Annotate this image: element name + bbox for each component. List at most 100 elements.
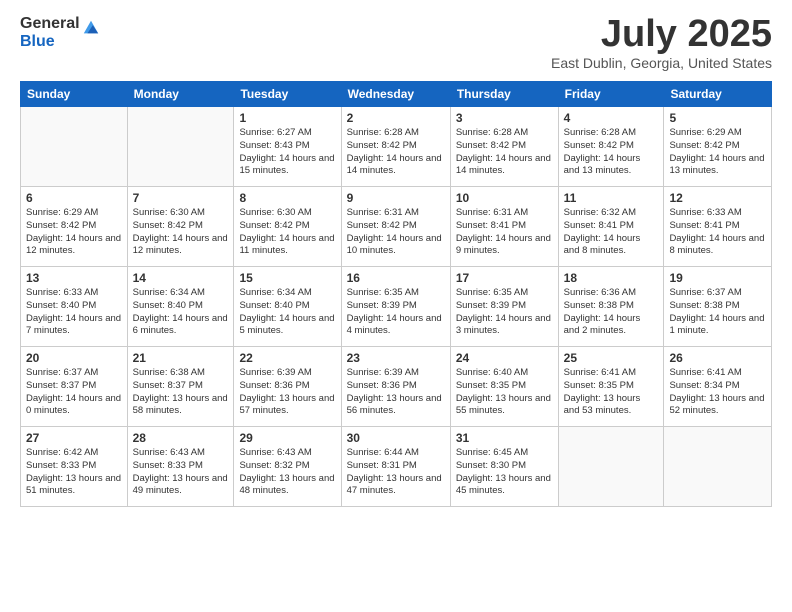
logo-icon — [82, 19, 100, 37]
calendar-cell: 19Sunrise: 6:37 AM Sunset: 8:38 PM Dayli… — [664, 267, 772, 347]
day-number: 23 — [347, 351, 445, 365]
calendar-header-saturday: Saturday — [664, 82, 772, 107]
calendar-cell: 13 Sunrise: 6:33 AM Sunset: 8:40 PM Dayli… — [21, 267, 128, 347]
calendar-cell: 16 Sunrise: 6:35 AM Sunset: 8:39 PM Dayli… — [341, 267, 450, 347]
calendar-cell: 12Sunrise: 6:33 AM Sunset: 8:41 PM Dayli… — [664, 187, 772, 267]
cell-details: Sunrise: 6:31 AM Sunset: 8:41 PM Dayligh… — [456, 207, 553, 258]
calendar-week-4: 20 Sunrise: 6:37 AM Sunset: 8:37 PM Dayli… — [21, 347, 772, 427]
calendar-cell: 21 Sunrise: 6:38 AM Sunset: 8:37 PM Dayli… — [127, 347, 234, 427]
cell-details: Sunrise: 6:45 AM Sunset: 8:30 PM Dayligh… — [456, 447, 553, 498]
cell-details: Sunrise: 6:30 AM Sunset: 8:42 PM Dayligh… — [239, 207, 335, 258]
logo-blue: Blue — [20, 33, 80, 51]
calendar-cell: 14 Sunrise: 6:34 AM Sunset: 8:40 PM Dayli… — [127, 267, 234, 347]
calendar-header-wednesday: Wednesday — [341, 82, 450, 107]
calendar-cell: 7 Sunrise: 6:30 AM Sunset: 8:42 PM Daylig… — [127, 187, 234, 267]
calendar-cell — [127, 107, 234, 187]
calendar-cell — [664, 427, 772, 507]
calendar-cell: 9Sunrise: 6:31 AM Sunset: 8:42 PM Daylig… — [341, 187, 450, 267]
day-number: 7 — [133, 191, 229, 205]
calendar-cell: 26Sunrise: 6:41 AM Sunset: 8:34 PM Dayli… — [664, 347, 772, 427]
day-number: 11 — [564, 191, 659, 205]
calendar-cell: 15 Sunrise: 6:34 AM Sunset: 8:40 PM Dayli… — [234, 267, 341, 347]
cell-details: Sunrise: 6:30 AM Sunset: 8:42 PM Dayligh… — [133, 207, 229, 258]
calendar-header-monday: Monday — [127, 82, 234, 107]
calendar-header-thursday: Thursday — [450, 82, 558, 107]
calendar-cell: 18Sunrise: 6:36 AM Sunset: 8:38 PM Dayli… — [558, 267, 664, 347]
calendar-cell: 2Sunrise: 6:28 AM Sunset: 8:42 PM Daylig… — [341, 107, 450, 187]
title-block: July 2025 East Dublin, Georgia, United S… — [551, 15, 772, 71]
calendar-cell: 6Sunrise: 6:29 AM Sunset: 8:42 PM Daylig… — [21, 187, 128, 267]
cell-details: Sunrise: 6:27 AM Sunset: 8:43 PM Dayligh… — [239, 127, 335, 178]
day-number: 16 — [347, 271, 445, 285]
day-number: 14 — [133, 271, 229, 285]
calendar-table: SundayMondayTuesdayWednesdayThursdayFrid… — [20, 81, 772, 507]
calendar-cell: 28 Sunrise: 6:43 AM Sunset: 8:33 PM Dayli… — [127, 427, 234, 507]
cell-details: Sunrise: 6:33 AM Sunset: 8:41 PM Dayligh… — [669, 207, 766, 258]
cell-details: Sunrise: 6:43 AM Sunset: 8:32 PM Dayligh… — [239, 447, 335, 498]
header: General Blue July 2025 East Dublin, Geor… — [20, 15, 772, 71]
cell-details: Sunrise: 6:37 AM Sunset: 8:37 PM Dayligh… — [26, 367, 122, 418]
cell-details: Sunrise: 6:39 AM Sunset: 8:36 PM Dayligh… — [239, 367, 335, 418]
cell-details: Sunrise: 6:42 AM Sunset: 8:33 PM Dayligh… — [26, 447, 122, 498]
cell-details: Sunrise: 6:41 AM Sunset: 8:34 PM Dayligh… — [669, 367, 766, 418]
day-number: 17 — [456, 271, 553, 285]
cell-details: Sunrise: 6:35 AM Sunset: 8:39 PM Dayligh… — [347, 287, 445, 338]
day-number: 21 — [133, 351, 229, 365]
cell-details: Sunrise: 6:34 AM Sunset: 8:40 PM Dayligh… — [133, 287, 229, 338]
calendar-cell: 20 Sunrise: 6:37 AM Sunset: 8:37 PM Dayli… — [21, 347, 128, 427]
calendar-cell: 22 Sunrise: 6:39 AM Sunset: 8:36 PM Dayli… — [234, 347, 341, 427]
calendar-header-friday: Friday — [558, 82, 664, 107]
logo-general: General — [20, 15, 80, 33]
logo: General Blue — [20, 15, 100, 50]
day-number: 5 — [669, 111, 766, 125]
cell-details: Sunrise: 6:37 AM Sunset: 8:38 PM Dayligh… — [669, 287, 766, 338]
day-number: 24 — [456, 351, 553, 365]
cell-details: Sunrise: 6:39 AM Sunset: 8:36 PM Dayligh… — [347, 367, 445, 418]
day-number: 4 — [564, 111, 659, 125]
cell-details: Sunrise: 6:38 AM Sunset: 8:37 PM Dayligh… — [133, 367, 229, 418]
cell-details: Sunrise: 6:43 AM Sunset: 8:33 PM Dayligh… — [133, 447, 229, 498]
logo-text: General Blue — [20, 15, 80, 50]
calendar-week-5: 27 Sunrise: 6:42 AM Sunset: 8:33 PM Dayli… — [21, 427, 772, 507]
calendar-week-3: 13 Sunrise: 6:33 AM Sunset: 8:40 PM Dayli… — [21, 267, 772, 347]
calendar-cell: 4Sunrise: 6:28 AM Sunset: 8:42 PM Daylig… — [558, 107, 664, 187]
page: General Blue July 2025 East Dublin, Geor… — [0, 0, 792, 612]
cell-details: Sunrise: 6:40 AM Sunset: 8:35 PM Dayligh… — [456, 367, 553, 418]
cell-details: Sunrise: 6:33 AM Sunset: 8:40 PM Dayligh… — [26, 287, 122, 338]
location: East Dublin, Georgia, United States — [551, 55, 772, 71]
day-number: 25 — [564, 351, 659, 365]
day-number: 8 — [239, 191, 335, 205]
calendar-cell: 5 Sunrise: 6:29 AM Sunset: 8:42 PM Daylig… — [664, 107, 772, 187]
day-number: 13 — [26, 271, 122, 285]
day-number: 20 — [26, 351, 122, 365]
calendar-cell: 30Sunrise: 6:44 AM Sunset: 8:31 PM Dayli… — [341, 427, 450, 507]
cell-details: Sunrise: 6:29 AM Sunset: 8:42 PM Dayligh… — [669, 127, 766, 178]
calendar-cell — [21, 107, 128, 187]
day-number: 22 — [239, 351, 335, 365]
day-number: 1 — [239, 111, 335, 125]
cell-details: Sunrise: 6:28 AM Sunset: 8:42 PM Dayligh… — [347, 127, 445, 178]
cell-details: Sunrise: 6:35 AM Sunset: 8:39 PM Dayligh… — [456, 287, 553, 338]
calendar-header-tuesday: Tuesday — [234, 82, 341, 107]
month-title: July 2025 — [551, 15, 772, 53]
day-number: 28 — [133, 431, 229, 445]
calendar-cell: 17 Sunrise: 6:35 AM Sunset: 8:39 PM Dayli… — [450, 267, 558, 347]
calendar-cell: 10Sunrise: 6:31 AM Sunset: 8:41 PM Dayli… — [450, 187, 558, 267]
calendar-cell: 24 Sunrise: 6:40 AM Sunset: 8:35 PM Dayli… — [450, 347, 558, 427]
calendar-week-1: 1 Sunrise: 6:27 AM Sunset: 8:43 PM Daylig… — [21, 107, 772, 187]
cell-details: Sunrise: 6:34 AM Sunset: 8:40 PM Dayligh… — [239, 287, 335, 338]
calendar-header-row: SundayMondayTuesdayWednesdayThursdayFrid… — [21, 82, 772, 107]
day-number: 30 — [347, 431, 445, 445]
cell-details: Sunrise: 6:36 AM Sunset: 8:38 PM Dayligh… — [564, 287, 659, 338]
day-number: 27 — [26, 431, 122, 445]
cell-details: Sunrise: 6:28 AM Sunset: 8:42 PM Dayligh… — [456, 127, 553, 178]
calendar-week-2: 6Sunrise: 6:29 AM Sunset: 8:42 PM Daylig… — [21, 187, 772, 267]
day-number: 3 — [456, 111, 553, 125]
day-number: 31 — [456, 431, 553, 445]
cell-details: Sunrise: 6:41 AM Sunset: 8:35 PM Dayligh… — [564, 367, 659, 418]
day-number: 15 — [239, 271, 335, 285]
calendar-cell: 8 Sunrise: 6:30 AM Sunset: 8:42 PM Daylig… — [234, 187, 341, 267]
calendar-cell — [558, 427, 664, 507]
calendar-cell: 27 Sunrise: 6:42 AM Sunset: 8:33 PM Dayli… — [21, 427, 128, 507]
cell-details: Sunrise: 6:31 AM Sunset: 8:42 PM Dayligh… — [347, 207, 445, 258]
